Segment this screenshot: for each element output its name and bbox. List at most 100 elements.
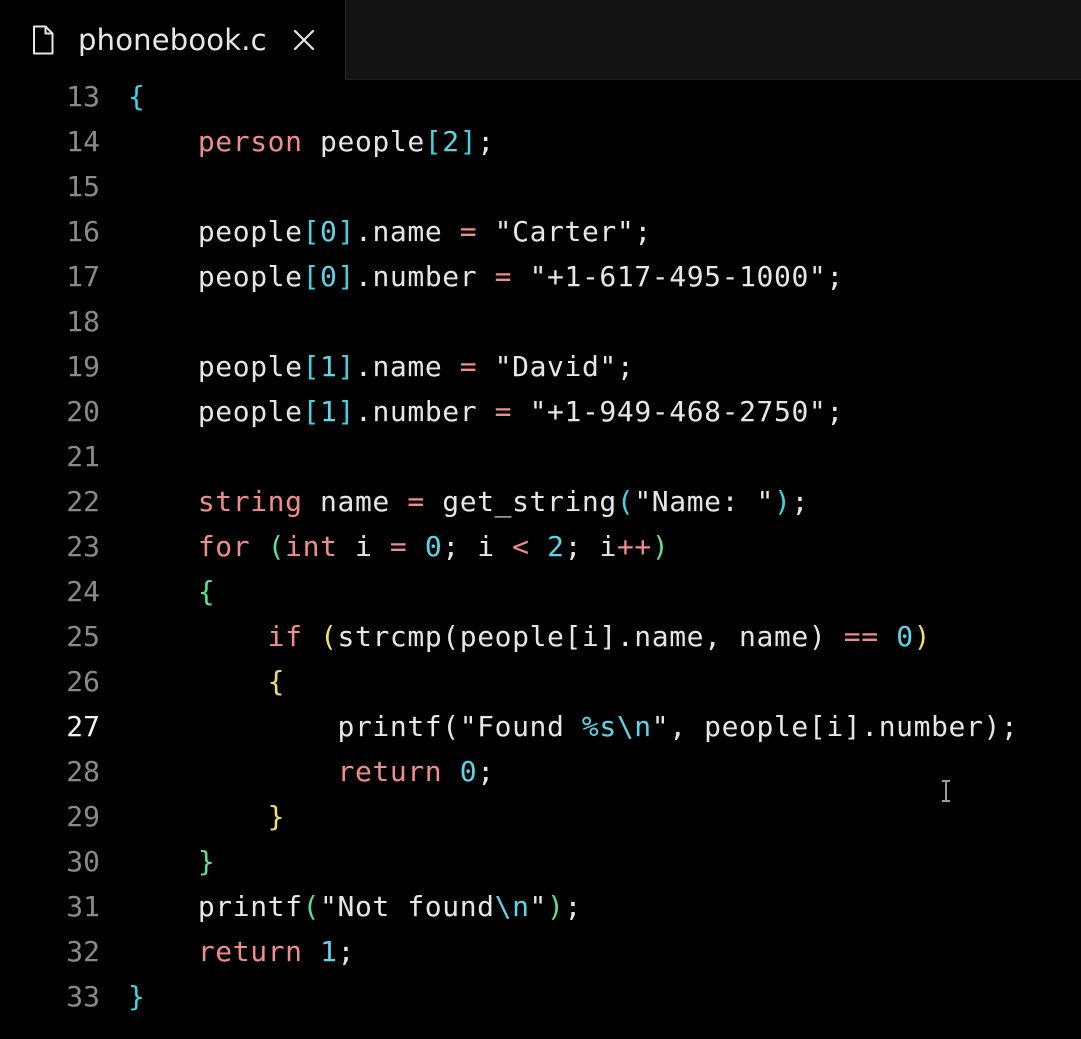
code-token: ) [651, 530, 670, 563]
code-token: ; [564, 890, 582, 923]
code-token: { [267, 665, 286, 698]
code-token: ] [337, 350, 355, 383]
code-token: } [128, 980, 146, 1013]
code-text: { [128, 659, 285, 704]
code-editor[interactable]: phonebook.c 13{14 person people[2]; 15 16 … [0, 0, 1081, 1039]
code-text: { [128, 569, 215, 614]
code-token: if [267, 620, 303, 653]
code-line[interactable]: 28 return 0; [0, 749, 1081, 794]
line-number: 25 [66, 620, 100, 653]
code-token: [ [302, 215, 321, 248]
line-number: 22 [66, 485, 100, 518]
code-token: == [843, 620, 879, 653]
code-line[interactable]: 14 person people[2]; [0, 119, 1081, 164]
code-token: ] [337, 260, 355, 293]
code-token: ; [477, 755, 495, 788]
code-area[interactable]: 13{14 person people[2]; 15 16 people[0].na… [0, 74, 1081, 1039]
code-line[interactable]: 24 { [0, 569, 1081, 614]
code-token: ) [913, 620, 932, 653]
code-token: ; [1000, 710, 1019, 743]
code-token: [ [302, 395, 321, 428]
code-token: { [197, 575, 216, 608]
line-number: 32 [66, 935, 100, 968]
code-token: \n [494, 890, 530, 923]
code-token: " [529, 890, 548, 923]
line-number: 31 [66, 890, 100, 923]
line-number: 21 [66, 440, 100, 473]
code-token: ; [337, 935, 355, 968]
code-text: people[0].name = "Carter"; [128, 209, 652, 254]
tab-bar: phonebook.c [0, 0, 1081, 80]
code-line[interactable]: 13 { [0, 74, 1081, 119]
code-token: "+1-949-468-2750"; [512, 395, 844, 428]
code-token: for [197, 530, 251, 563]
line-number: 16 [66, 215, 100, 248]
code-token: ; i [442, 530, 513, 563]
code-line[interactable]: 20 people[1].number = "+1-949-468-2750"; [0, 389, 1081, 434]
code-line[interactable]: 31 printf("Not found\n"); [0, 884, 1081, 929]
code-line[interactable]: 23 for (int i = 0; i < 2; i++) [0, 524, 1081, 569]
code-text: } [128, 839, 215, 884]
tab-phonebook[interactable]: phonebook.c [0, 0, 346, 80]
line-number: 29 [66, 800, 100, 833]
code-token: } [197, 845, 216, 878]
code-token: ", people[i].number) [651, 710, 1001, 743]
code-line[interactable]: 30 } [0, 839, 1081, 884]
code-token: string [197, 485, 303, 518]
code-text: string name = get_string("Name: "); [128, 479, 809, 524]
code-token: %s\n [581, 710, 652, 743]
code-token: people [128, 395, 303, 428]
code-line[interactable]: 25 if (strcmp(people[i].name, name) == 0… [0, 614, 1081, 659]
code-token: printf("Found [128, 710, 582, 743]
code-line[interactable]: 26 { [0, 659, 1081, 704]
line-number: 13 [66, 80, 100, 113]
code-token: person [197, 125, 303, 158]
code-token: people [128, 215, 303, 248]
code-token: ] [459, 125, 478, 158]
code-line[interactable]: 32 return 1; [0, 929, 1081, 974]
code-line[interactable]: 29 } [0, 794, 1081, 839]
line-number: 26 [66, 665, 100, 698]
code-line[interactable]: 19 people[1].name = "David"; [0, 344, 1081, 389]
code-line[interactable]: 17 people[0].number = "+1-617-495-1000"; [0, 254, 1081, 299]
code-line[interactable]: 21 [0, 434, 1081, 479]
code-line[interactable]: 16 people[0].name = "Carter"; [0, 209, 1081, 254]
code-line[interactable]: 15 [0, 164, 1081, 209]
code-token: get_string [424, 485, 617, 518]
code-line[interactable]: 18 [0, 299, 1081, 344]
code-token: ) [774, 485, 792, 518]
line-number: 33 [66, 980, 100, 1013]
code-token: ( [267, 530, 286, 563]
code-token: = [459, 350, 478, 383]
code-line[interactable]: 22 string name = get_string("Name: "); [0, 479, 1081, 524]
code-token: .number [354, 395, 495, 428]
code-token: < [512, 530, 530, 563]
code-token: 2 [442, 125, 460, 158]
close-icon[interactable] [293, 29, 315, 51]
code-text: people[1].number = "+1-949-468-2750"; [128, 389, 844, 434]
code-token: ; [477, 125, 495, 158]
code-token: 1 [320, 935, 338, 968]
code-token: people [128, 350, 303, 383]
code-line[interactable]: 27 printf("Found %s\n", people[i].number… [0, 704, 1081, 749]
line-number: 19 [66, 350, 100, 383]
code-token: [ [424, 125, 443, 158]
code-token: [ [302, 350, 321, 383]
code-text: people[0].number = "+1-617-495-1000"; [128, 254, 844, 299]
code-line[interactable]: 33} [0, 974, 1081, 1019]
line-number: 20 [66, 395, 100, 428]
